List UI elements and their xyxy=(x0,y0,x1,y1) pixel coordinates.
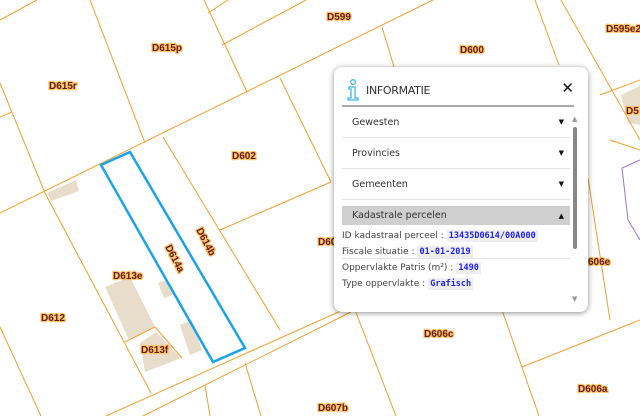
field-label: ID kadastraal perceel : xyxy=(342,231,444,241)
field-label: Fiscale situatie : xyxy=(342,247,415,257)
parcel-label: D5 xyxy=(626,106,639,117)
field-value: 1490 xyxy=(456,262,481,274)
boundary-line xyxy=(621,159,640,241)
scrollbar[interactable]: ▲ ▼ xyxy=(572,115,578,303)
scrollbar-thumb[interactable] xyxy=(573,127,577,249)
field-id: ID kadastraal perceel :13435D0614/00A000 xyxy=(342,228,538,244)
parcel-label: 606e xyxy=(588,257,611,268)
parcel-label: D606c xyxy=(424,329,454,340)
panel-header: INFORMATIE ✕ xyxy=(346,75,576,105)
panel-title: INFORMATIE xyxy=(366,83,431,97)
parcel-label: D612 xyxy=(41,313,65,324)
field-label: Type oppervlakte : xyxy=(342,279,426,289)
parcel-details: ID kadastraal perceel :13435D0614/00A000… xyxy=(342,228,538,292)
field-value: 13435D0614/00A000 xyxy=(446,230,538,242)
field-value: 01-01-2019 xyxy=(417,246,473,258)
accordion-kadastrale-percelen[interactable]: Kadastrale percelen ▲ xyxy=(342,206,570,225)
parcel-label: D599 xyxy=(327,12,351,23)
field-value: Grafisch xyxy=(428,278,474,290)
field-type-oppervlakte: Type oppervlakte : Grafisch xyxy=(342,276,538,292)
parcel-label: D606a xyxy=(578,384,608,395)
caret-up-icon: ▲ xyxy=(558,211,564,220)
parcel-label: D595e2 xyxy=(606,24,640,35)
parcel-label: D614b xyxy=(193,226,217,258)
parcel-label: D613f xyxy=(141,345,169,356)
accordion-label: Gemeenten xyxy=(352,178,408,190)
accordion-gemeenten[interactable]: Gemeenten ▼ xyxy=(342,169,570,200)
parcel-label: D602 xyxy=(232,151,256,162)
scroll-up-icon[interactable]: ▲ xyxy=(572,115,577,123)
info-panel: INFORMATIE ✕ Gewesten ▼ Provincies ▼ Gemee… xyxy=(334,67,588,312)
parcel-label: D600 xyxy=(460,45,484,56)
parcel-label: D615p xyxy=(152,43,182,54)
field-label: Oppervlakte Patris (m²) : xyxy=(342,263,454,273)
accordion-provincies[interactable]: Provincies ▼ xyxy=(342,138,570,169)
caret-down-icon: ▼ xyxy=(558,149,564,157)
scroll-down-icon[interactable]: ▼ xyxy=(572,295,577,303)
accordion-label: Gewesten xyxy=(352,116,400,128)
parcel-label: D607b xyxy=(318,403,348,414)
accordion-label: Kadastrale percelen xyxy=(352,210,447,221)
parcel-label: D613e xyxy=(113,271,143,282)
info-icon xyxy=(347,79,359,101)
field-oppervlakte: Oppervlakte Patris (m²) :1490 xyxy=(342,260,538,276)
parcel-label: D615r xyxy=(49,81,77,92)
accordion-label: Provincies xyxy=(352,147,401,159)
accordion-gewesten[interactable]: Gewesten ▼ xyxy=(342,107,570,138)
parcel-label: D614a xyxy=(162,243,186,275)
close-button[interactable]: ✕ xyxy=(561,79,574,97)
field-fiscale-situatie: Fiscale situatie :01-01-2019 xyxy=(342,244,538,260)
caret-down-icon: ▼ xyxy=(558,118,564,126)
caret-down-icon: ▼ xyxy=(558,180,564,188)
